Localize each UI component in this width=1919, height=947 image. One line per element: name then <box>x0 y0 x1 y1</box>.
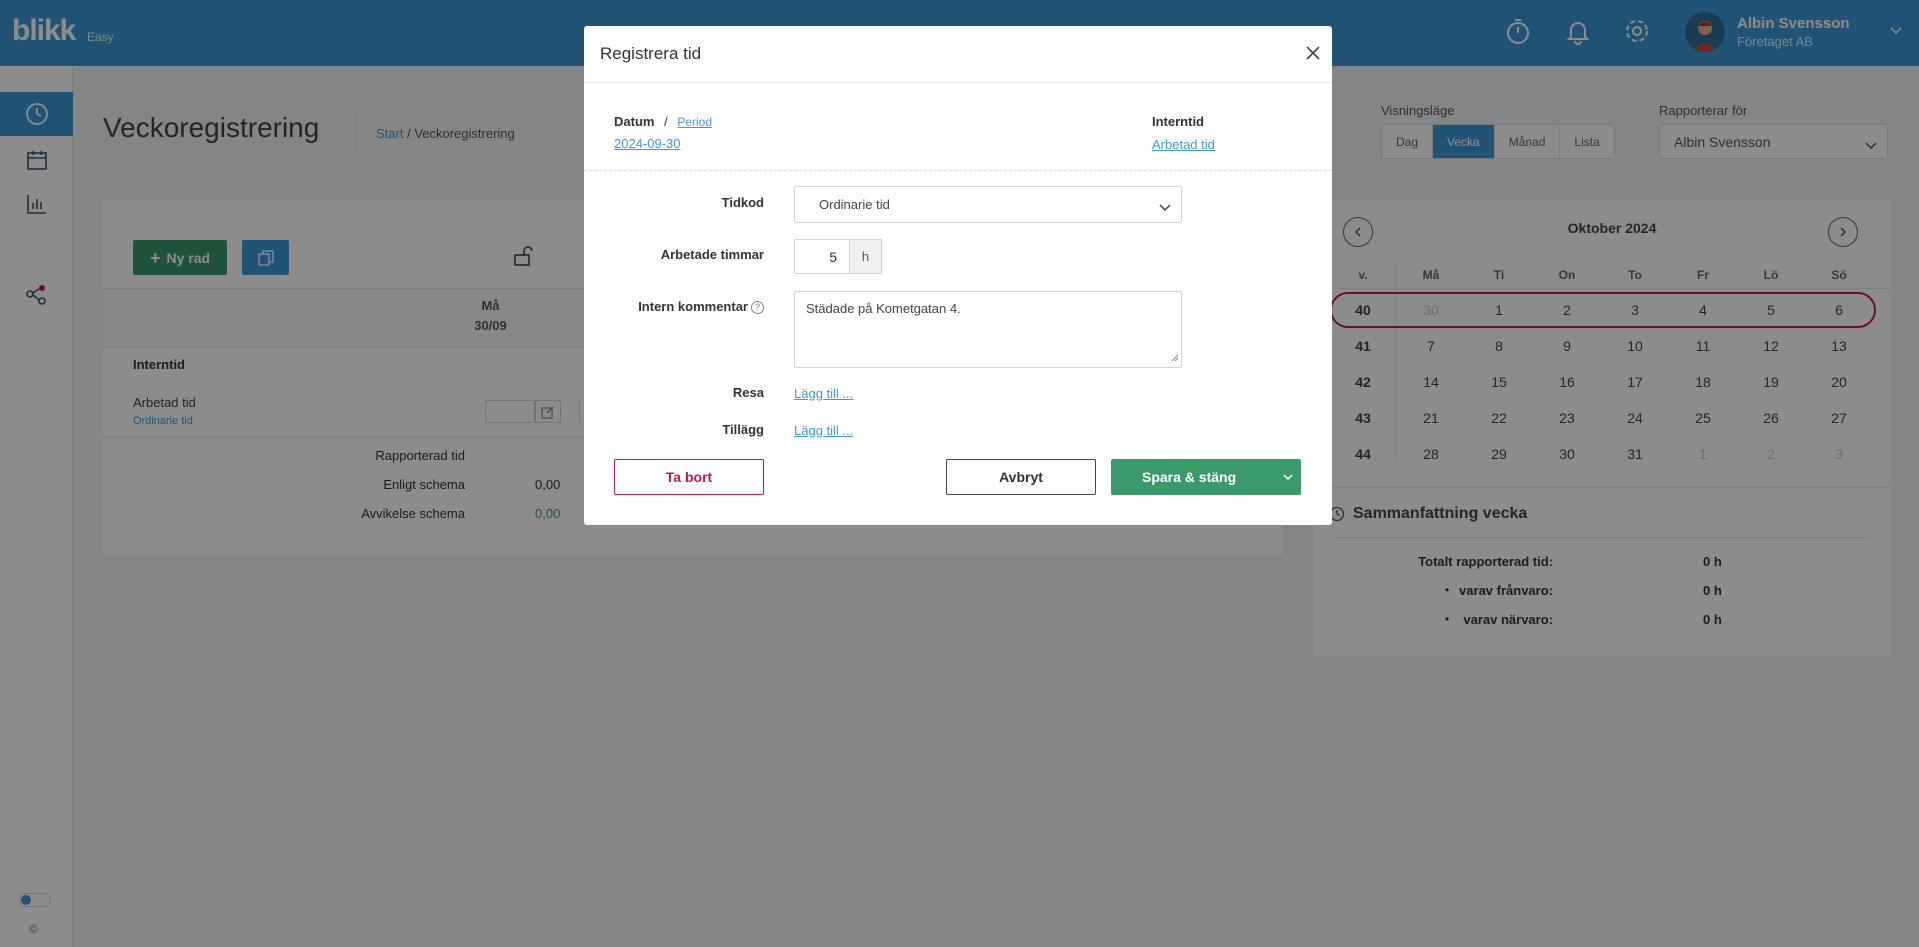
date-separator: / <box>664 114 668 129</box>
period-link[interactable]: Period <box>677 115 712 129</box>
chevron-down-icon <box>1283 473 1293 480</box>
hours-input[interactable]: 5 <box>794 239 850 274</box>
comment-textarea[interactable]: Städade på Kometgatan 4. <box>794 291 1182 368</box>
date-label: Datum / Period <box>614 114 712 129</box>
internal-time-link[interactable]: Arbetad tid <box>1152 137 1215 152</box>
date-value-link[interactable]: 2024-09-30 <box>614 136 681 151</box>
hours-label: Arbetade timmar <box>660 247 764 262</box>
close-icon <box>1306 46 1320 60</box>
close-button[interactable] <box>1302 42 1324 64</box>
register-time-dialog: Registrera tid Datum / Period 2024-09-30… <box>584 26 1332 525</box>
divider <box>584 82 1332 83</box>
save-label: Spara & stäng <box>1142 469 1237 485</box>
save-options-dropdown[interactable] <box>1275 459 1301 495</box>
hours-unit: h <box>850 239 882 274</box>
save-and-close-button[interactable]: Spara & stäng <box>1111 459 1301 495</box>
help-icon[interactable]: ? <box>751 301 764 314</box>
chevron-down-icon <box>1159 200 1171 215</box>
comment-label: Intern kommentar? <box>584 299 764 314</box>
comment-value: Städade på Kometgatan 4. <box>806 301 961 316</box>
comment-label-text: Intern kommentar <box>638 299 748 314</box>
cancel-button[interactable]: Avbryt <box>946 459 1096 495</box>
timecode-label: Tidkod <box>721 195 764 210</box>
timecode-select[interactable]: Ordinarie tid <box>794 186 1182 223</box>
add-addon-link[interactable]: Lägg till ... <box>794 423 853 438</box>
addon-label: Tillägg <box>722 422 764 437</box>
divider <box>584 170 1332 171</box>
internal-time-label: Interntid <box>1152 114 1204 129</box>
add-travel-link[interactable]: Lägg till ... <box>794 386 853 401</box>
delete-button[interactable]: Ta bort <box>614 459 764 495</box>
travel-label: Resa <box>732 385 764 400</box>
dialog-title: Registrera tid <box>600 44 702 63</box>
date-label-text: Datum <box>614 114 655 129</box>
timecode-value: Ordinarie tid <box>819 197 890 212</box>
resize-handle-icon[interactable] <box>1171 350 1179 365</box>
